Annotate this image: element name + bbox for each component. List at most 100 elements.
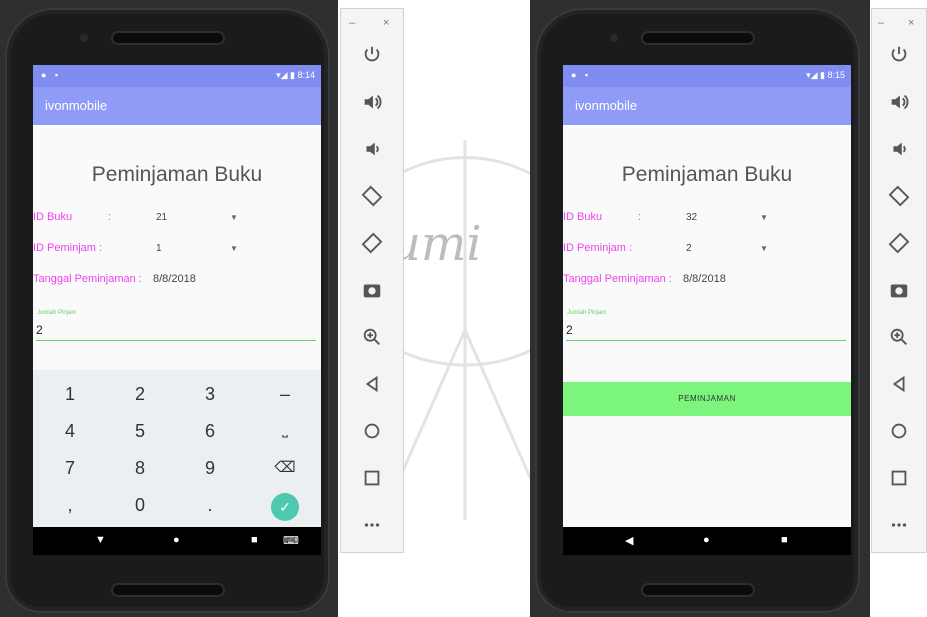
key-0[interactable]: 0 [108, 495, 172, 516]
keyboard-icon[interactable]: ⌨ [283, 534, 299, 547]
close-button[interactable]: × [383, 17, 389, 29]
id-buku-label: ID Buku [563, 211, 603, 223]
status-time: ▾◢ ▮ 8:15 [806, 70, 845, 80]
tanggal-label: Tanggal Peminjaman : [563, 273, 672, 285]
power-icon[interactable] [341, 39, 403, 71]
phone-body: ● ▪ ▾◢ ▮ 8:14 ivonmobile Peminjaman Buku… [5, 8, 330, 613]
back-icon[interactable]: ▼ [95, 534, 106, 546]
chevron-down-icon[interactable]: ▼ [230, 244, 238, 253]
id-peminjam-label: ID Peminjam : [563, 242, 633, 254]
done-check-icon[interactable]: ✓ [271, 493, 299, 521]
overview-icon[interactable]: ■ [251, 534, 258, 546]
home-icon[interactable] [872, 415, 926, 447]
form-title: Peminjaman Buku [91, 163, 263, 186]
overview-icon[interactable] [872, 462, 926, 494]
key-2[interactable]: 2 [108, 384, 172, 405]
volume-up-icon[interactable] [341, 86, 403, 118]
minimize-button[interactable]: – [878, 17, 884, 29]
key-6[interactable]: 6 [178, 421, 242, 442]
more-icon[interactable] [872, 509, 926, 541]
tanggal-value: 8/8/2018 [153, 273, 196, 285]
jumlah-hint: Jumlah Pinjam [37, 310, 77, 316]
rotate-left-icon[interactable] [872, 180, 926, 212]
space-key-icon[interactable]: ⎵ [253, 421, 317, 438]
backspace-icon[interactable]: ⌫ [253, 458, 317, 476]
jumlah-input[interactable]: 2 [566, 323, 573, 337]
emulator-toolbar-left: – × [340, 8, 404, 553]
zoom-icon[interactable] [872, 321, 926, 353]
earpiece [112, 33, 223, 43]
rotate-right-icon[interactable] [341, 227, 403, 259]
home-icon[interactable] [341, 415, 403, 447]
speaker-grille [112, 585, 223, 595]
camera-icon[interactable] [872, 274, 926, 306]
id-buku-label: ID Buku [33, 211, 73, 223]
emulator-left: ● ▪ ▾◢ ▮ 8:14 ivonmobile Peminjaman Buku… [0, 0, 338, 617]
app-title: ivonmobile [575, 98, 638, 113]
id-buku-colon: : [638, 211, 642, 223]
notification-icons: ● ▪ [41, 70, 62, 80]
back-icon[interactable]: ◀ [625, 534, 633, 547]
key-comma[interactable]: , [38, 495, 102, 516]
chevron-down-icon[interactable]: ▼ [760, 213, 768, 222]
status-bar: ● ▪ ▾◢ ▮ 8:15 [563, 65, 851, 87]
app-bar: ivonmobile [33, 87, 321, 125]
key-1[interactable]: 1 [38, 384, 102, 405]
peminjaman-button[interactable]: PEMINJAMAN [563, 382, 851, 416]
key-period[interactable]: . [178, 495, 242, 516]
key-5[interactable]: 5 [108, 421, 172, 442]
id-peminjam-label: ID Peminjam : [33, 242, 103, 254]
tanggal-value: 8/8/2018 [683, 273, 726, 285]
back-icon[interactable] [872, 368, 926, 400]
jumlah-hint: Jumlah Pinjam [567, 310, 607, 316]
tanggal-label: Tanggal Peminjaman : [33, 273, 142, 285]
front-camera [610, 34, 618, 42]
jumlah-underline [36, 340, 316, 341]
emulator-toolbar-right: – × [871, 8, 927, 553]
minimize-button[interactable]: – [349, 17, 355, 29]
chevron-down-icon[interactable]: ▼ [760, 244, 768, 253]
jumlah-underline [566, 340, 846, 341]
id-peminjam-spinner[interactable]: 1 [156, 243, 162, 254]
more-icon[interactable] [341, 509, 403, 541]
key-7[interactable]: 7 [38, 458, 102, 479]
status-time: ▾◢ ▮ 8:14 [276, 70, 315, 80]
numeric-keypad: 1 2 3 – 4 5 6 ⎵ 7 8 9 ⌫ , 0 . ✓ [33, 370, 321, 530]
key-4[interactable]: 4 [38, 421, 102, 442]
home-icon[interactable]: ● [703, 534, 710, 546]
volume-up-icon[interactable] [872, 86, 926, 118]
phone-screen: ● ▪ ▾◢ ▮ 8:15 ivonmobile Peminjaman Buku… [563, 65, 851, 555]
notification-icons: ● ▪ [571, 70, 592, 80]
zoom-icon[interactable] [341, 321, 403, 353]
earpiece [642, 33, 753, 43]
nav-bar: ▼ ● ■ ⌨ [33, 527, 321, 555]
volume-down-icon[interactable] [341, 133, 403, 165]
power-icon[interactable] [872, 39, 926, 71]
form-title: Peminjaman Buku [621, 163, 793, 186]
key-3[interactable]: 3 [178, 384, 242, 405]
overview-icon[interactable] [341, 462, 403, 494]
jumlah-input[interactable]: 2 [36, 323, 43, 337]
key-9[interactable]: 9 [178, 458, 242, 479]
id-buku-spinner[interactable]: 32 [686, 212, 697, 223]
status-bar: ● ▪ ▾◢ ▮ 8:14 [33, 65, 321, 87]
speaker-grille [642, 585, 753, 595]
rotate-right-icon[interactable] [872, 227, 926, 259]
back-icon[interactable] [341, 368, 403, 400]
overview-icon[interactable]: ■ [781, 534, 788, 546]
phone-screen: ● ▪ ▾◢ ▮ 8:14 ivonmobile Peminjaman Buku… [33, 65, 321, 555]
id-buku-spinner[interactable]: 21 [156, 212, 167, 223]
volume-down-icon[interactable] [872, 133, 926, 165]
emulator-right: ● ▪ ▾◢ ▮ 8:15 ivonmobile Peminjaman Buku… [530, 0, 870, 617]
key-minus[interactable]: – [253, 384, 317, 405]
app-bar: ivonmobile [563, 87, 851, 125]
key-8[interactable]: 8 [108, 458, 172, 479]
close-button[interactable]: × [908, 17, 914, 29]
nav-bar: ◀ ● ■ [563, 527, 851, 555]
chevron-down-icon[interactable]: ▼ [230, 213, 238, 222]
home-icon[interactable]: ● [173, 534, 180, 546]
camera-icon[interactable] [341, 274, 403, 306]
id-peminjam-spinner[interactable]: 2 [686, 243, 692, 254]
app-title: ivonmobile [45, 98, 108, 113]
rotate-left-icon[interactable] [341, 180, 403, 212]
